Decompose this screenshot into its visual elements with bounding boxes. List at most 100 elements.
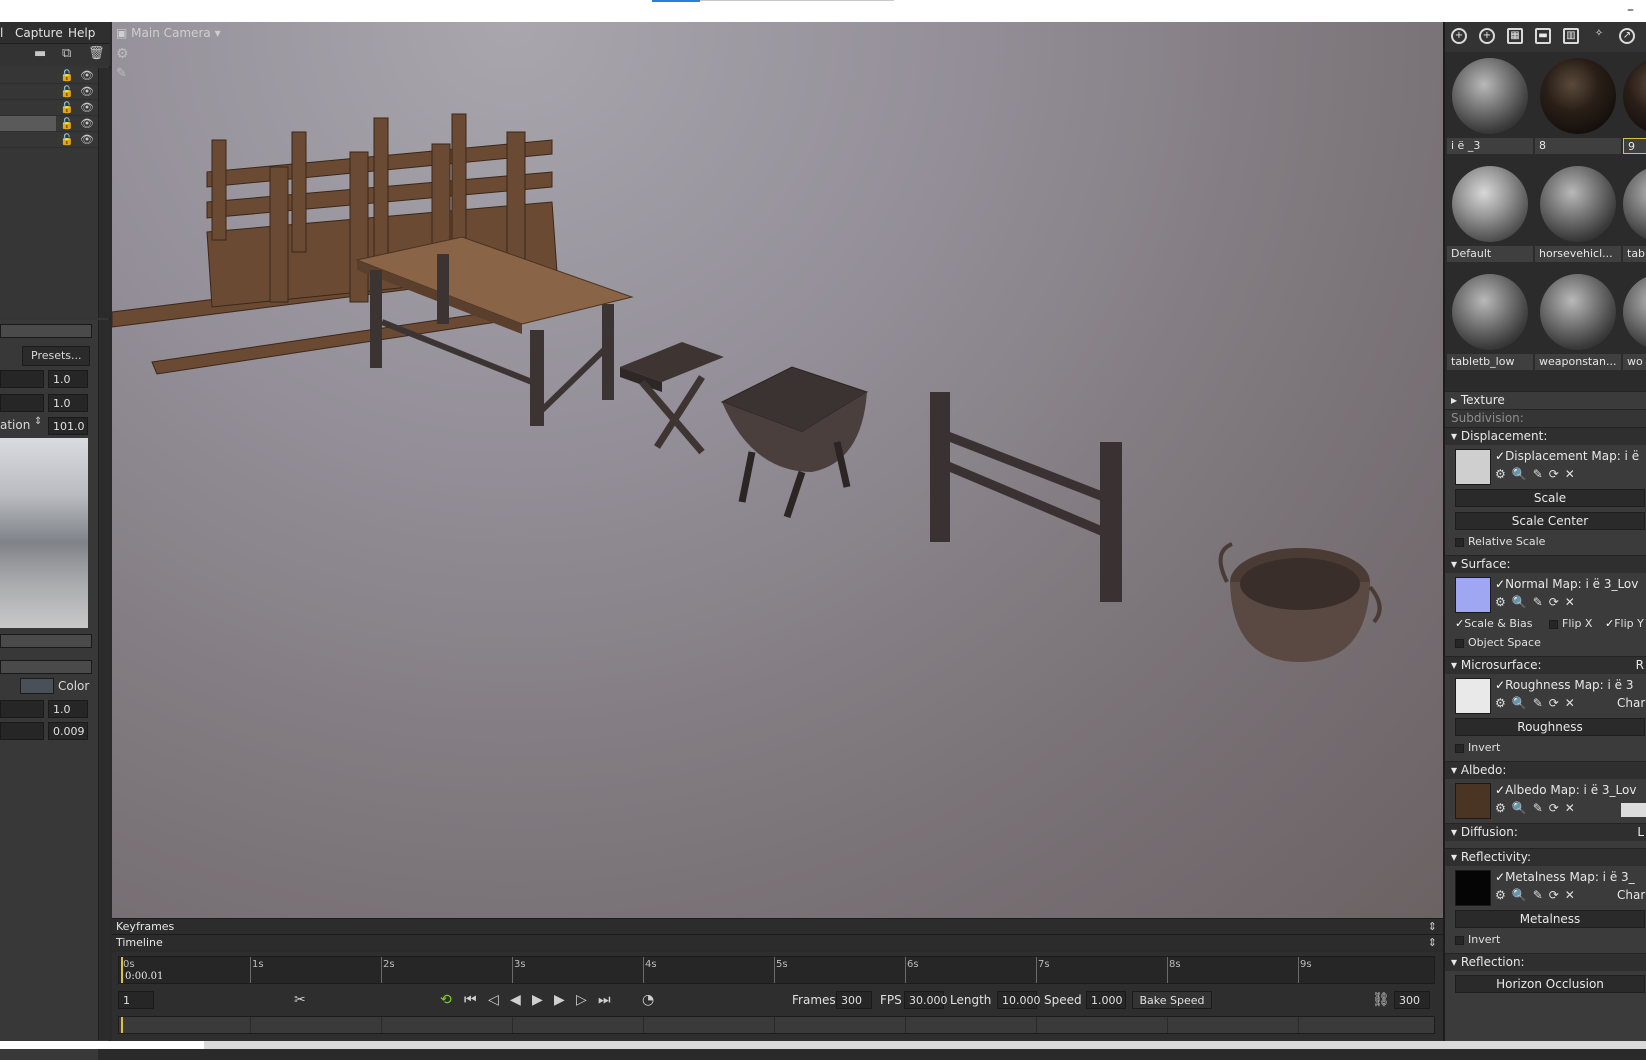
duplicate-material-icon[interactable]: + [1479,28,1495,44]
menu-capture[interactable]: Capture [15,26,63,40]
minimize-button[interactable]: – [1627,2,1634,18]
eye-icon[interactable]: 👁 [80,86,94,98]
material-tile[interactable]: Default [1447,162,1533,266]
material-tile[interactable]: weaponstan... [1535,270,1621,374]
material-tile[interactable]: wo [1623,270,1646,374]
object-space-checkbox[interactable]: Object Space [1455,636,1541,649]
compass-icon[interactable]: ↗ [1619,28,1635,44]
environment-thumbnail[interactable] [0,438,88,628]
eye-icon[interactable]: 👁 [80,134,94,146]
albedo-thumbnail[interactable] [1455,783,1491,819]
lock-icon[interactable]: 🔓 [60,118,74,130]
eye-icon[interactable]: 👁 [80,102,94,114]
speedometer-icon[interactable]: ◔ [642,992,654,1008]
map-tool-icons[interactable]: ⚙🔍✎⟳✕ [1495,888,1581,902]
presets-button[interactable]: Presets... [22,346,90,366]
length-field[interactable]: 10.000 [997,991,1041,1009]
eye-icon[interactable]: 👁 [80,118,94,130]
normal-map-thumbnail[interactable] [1455,577,1491,613]
scene-row[interactable]: 🔓 👁 [0,68,98,84]
lock-icon[interactable]: 🔓 [60,102,74,114]
metalness-slider[interactable]: Metalness [1455,910,1645,928]
pick-material-icon[interactable]: ✧ [1591,28,1607,44]
play-icon[interactable]: ▶ [532,992,543,1008]
scene-row-selected[interactable] [0,116,56,132]
material-tile-selected[interactable]: 9 [1623,54,1646,158]
scene-row[interactable]: 🔓 👁 [0,132,98,148]
diffusion-section[interactable]: ▾ Diffusion: L [1445,823,1646,841]
3d-viewport[interactable]: ▣ Main Camera ▾ ⚙ ✎ [112,22,1443,918]
value-field-4[interactable]: 0.009 [48,722,88,740]
folder-icon[interactable]: ▬ [34,47,46,60]
flip-y-checkbox[interactable]: ✓Flip Y [1605,617,1644,630]
albedo-section[interactable]: ▾ Albedo: [1445,761,1646,779]
material-tile[interactable]: tabletb_low [1447,270,1533,374]
collapse-icon[interactable]: ⇕ [1428,920,1437,933]
diffusion-mode[interactable]: L [1637,825,1644,839]
menu-help[interactable]: Help [68,26,95,40]
color-swatch[interactable] [20,678,54,694]
rotation-field[interactable]: 101.0 [48,417,88,435]
invert-checkbox[interactable]: Invert [1455,741,1500,754]
scale-bias-checkbox[interactable]: ✓Scale & Bias [1455,617,1532,630]
frames-field[interactable]: 300 [836,991,872,1009]
menu-item-partial[interactable]: l [0,26,3,40]
relative-scale-checkbox[interactable]: Relative Scale [1455,535,1545,548]
scale-center-slider[interactable]: Scale Center [1455,512,1645,530]
material-tile[interactable]: tab [1623,162,1646,266]
step-back-icon[interactable]: ◀ [510,992,521,1008]
texture-section[interactable]: ▸ Texture [1445,391,1646,409]
displacement-section[interactable]: ▾ Displacement: [1445,427,1646,445]
scene-row[interactable]: 🔓 👁 [0,100,98,116]
skip-end-icon[interactable]: ⏭ [598,992,611,1008]
scene-row[interactable]: 🔓 👁 [0,84,98,100]
fps-field[interactable]: 30.000 [904,991,948,1009]
metalness-thumbnail[interactable] [1455,870,1491,906]
material-tile[interactable]: 8 [1535,54,1621,158]
check-icon[interactable]: ✓ [1495,783,1505,797]
value-field-2[interactable]: 1.0 [48,394,88,412]
subdivision-section[interactable]: Subdivision: [1445,409,1646,427]
end-frame-field[interactable]: 300 [1394,991,1430,1009]
reflectivity-section[interactable]: ▾ Reflectivity: [1445,848,1646,866]
collapse-icon[interactable]: ⇕ [1428,936,1437,949]
map-tool-icons[interactable]: ⚙🔍✎⟳✕ [1495,696,1581,710]
check-icon[interactable]: ✓ [1495,678,1505,692]
folder-icon[interactable]: ▬ [1535,28,1551,44]
trash-icon[interactable]: 🗑 [88,47,105,60]
roughness-slider[interactable]: Roughness [1455,718,1645,736]
microsurface-section[interactable]: ▾ Microsurface: R [1445,656,1646,674]
taskbar-search[interactable] [0,1041,204,1049]
spinner-icon[interactable]: ⇕ [34,416,42,427]
scissors-icon[interactable]: ✂ [294,992,306,1008]
lock-icon[interactable]: 🔓 [60,86,74,98]
speed-field[interactable]: 1.000 [1086,991,1126,1009]
time-ruler[interactable]: 0s 1s 2s 3s 4s 5s 6s 7s 8s 9s 0:00.01 [118,956,1435,984]
check-icon[interactable]: ✓ [1495,577,1505,591]
loop-icon[interactable]: ⟲ [440,992,452,1008]
timeline-header[interactable]: Timeline ⇕ [112,934,1443,950]
next-key-icon[interactable]: ▷ [576,992,587,1008]
map-tool-icons[interactable]: ⚙🔍✎⟳✕ [1495,467,1581,481]
scale-slider[interactable]: Scale [1455,489,1645,507]
scene-scrollbar[interactable] [98,68,110,318]
add-material-icon[interactable]: + [1451,28,1467,44]
invert-checkbox[interactable]: Invert [1455,933,1500,946]
value-field-3[interactable]: 1.0 [48,700,88,718]
displacement-thumbnail[interactable] [1455,449,1491,485]
trash-icon[interactable]: ▥ [1563,28,1579,44]
material-tile[interactable]: i ё _3 [1447,54,1533,158]
check-icon[interactable]: ✓ [1495,870,1505,884]
duplicate-icon[interactable]: ⧉ [62,47,71,60]
track-bar[interactable] [118,1016,1435,1034]
eye-icon[interactable]: 👁 [80,70,94,82]
bake-speed-button[interactable]: Bake Speed [1132,991,1212,1009]
link-icon[interactable]: ⛓ [1372,992,1390,1008]
lock-icon[interactable]: 🔓 [60,134,74,146]
check-icon[interactable]: ✓ [1495,449,1505,463]
current-frame-field[interactable]: 1 [118,991,154,1009]
horizon-occlusion-slider[interactable]: Horizon Occlusion [1455,975,1645,993]
skip-start-icon[interactable]: ⏮ [464,992,477,1008]
map-tool-icons[interactable]: ⚙🔍✎⟳✕ [1495,801,1581,815]
step-forward-icon[interactable]: ▶ [554,992,565,1008]
